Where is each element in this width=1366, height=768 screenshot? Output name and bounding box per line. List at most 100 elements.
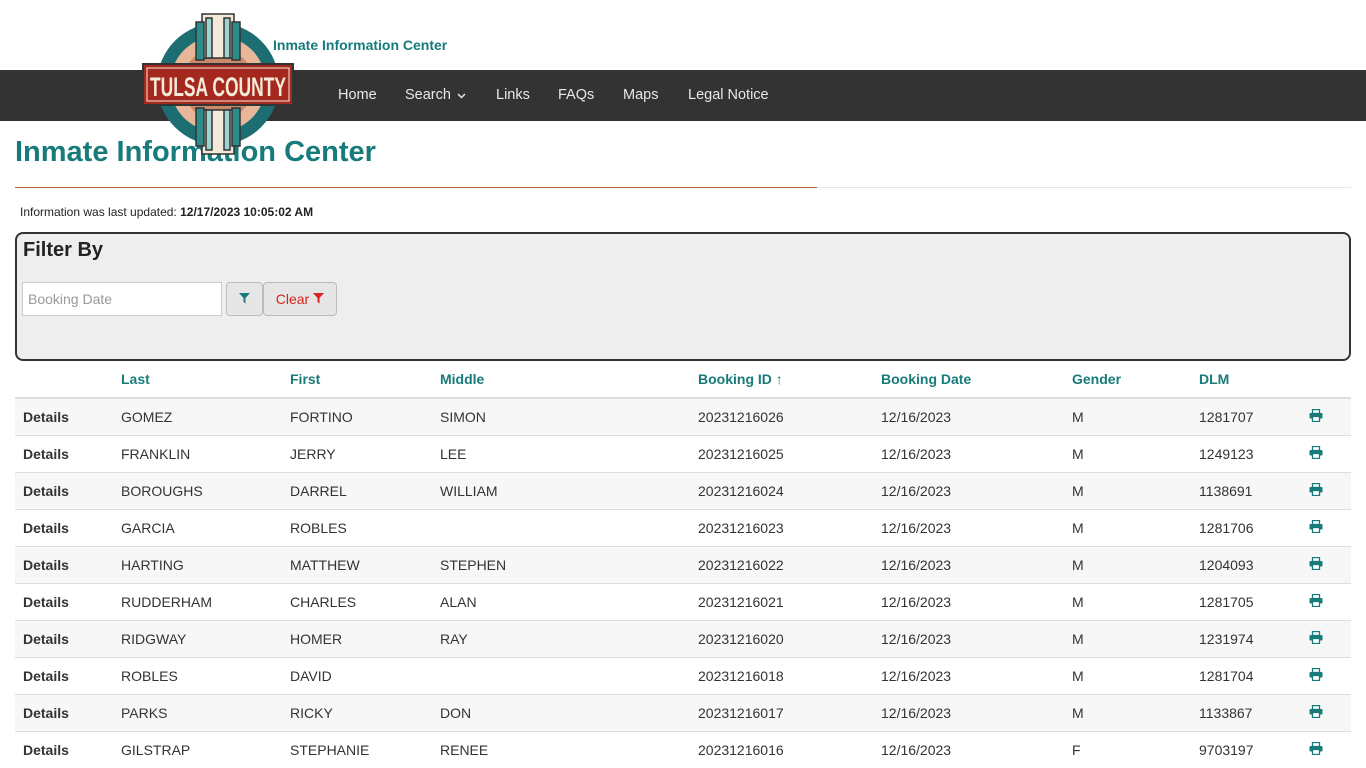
cell-gender: M [1064, 545, 1191, 583]
cell-booking-date: 12/16/2023 [873, 545, 1064, 583]
title-divider-light [817, 187, 1351, 188]
cell-middle: SIMON [432, 397, 690, 435]
cell-booking-date: 12/16/2023 [873, 730, 1064, 768]
details-link[interactable]: Details [15, 656, 113, 694]
cell-first: ROBLES [282, 508, 432, 546]
cell-booking-id: 20231216024 [690, 471, 873, 509]
print-icon[interactable] [1309, 741, 1323, 755]
cell-last: RIDGWAY [113, 619, 282, 657]
col-dlm[interactable]: DLM [1191, 361, 1301, 399]
booking-date-input[interactable] [22, 282, 222, 316]
cell-last: PARKS [113, 693, 282, 731]
site-name-link[interactable]: Inmate Information Center [273, 37, 447, 53]
nav-search[interactable]: Search [405, 87, 466, 103]
nav-links[interactable]: Links [496, 87, 530, 103]
nav-home[interactable]: Home [338, 87, 377, 103]
details-link[interactable]: Details [15, 434, 113, 472]
nav-faqs[interactable]: FAQs [558, 87, 594, 103]
details-link[interactable]: Details [15, 471, 113, 509]
col-gender[interactable]: Gender [1064, 361, 1191, 399]
cell-middle [432, 508, 690, 546]
details-link[interactable]: Details [15, 397, 113, 435]
cell-last: FRANKLIN [113, 434, 282, 472]
cell-booking-id: 20231216020 [690, 619, 873, 657]
cell-booking-date: 12/16/2023 [873, 508, 1064, 546]
nav-search-label: Search [405, 87, 451, 103]
cell-dlm: 1281707 [1191, 397, 1301, 435]
cell-dlm: 1231974 [1191, 619, 1301, 657]
col-last[interactable]: Last [113, 361, 282, 399]
cell-booking-id: 20231216023 [690, 508, 873, 546]
cell-first: DAVID [282, 656, 432, 694]
print-icon[interactable] [1309, 482, 1323, 496]
cell-gender: M [1064, 508, 1191, 546]
filter-title: Filter By [23, 239, 104, 261]
cell-gender: F [1064, 730, 1191, 768]
cell-booking-id: 20231216021 [690, 582, 873, 620]
cell-last: RUDDERHAM [113, 582, 282, 620]
print-icon[interactable] [1309, 593, 1323, 607]
table-row: Details RUDDERHAM CHARLES ALAN 20231216021 12… [15, 582, 1351, 620]
nav-maps[interactable]: Maps [623, 87, 658, 103]
cell-middle: RENEE [432, 730, 690, 768]
print-cell [1301, 434, 1351, 472]
cell-dlm: 1281705 [1191, 582, 1301, 620]
print-cell [1301, 508, 1351, 546]
print-icon[interactable] [1309, 519, 1323, 533]
tulsa-county-logo[interactable]: TULSA COUNTY [142, 8, 294, 160]
apply-filter-button[interactable] [226, 282, 263, 316]
cell-last: GARCIA [113, 508, 282, 546]
details-link[interactable]: Details [15, 730, 113, 768]
table-row: Details RIDGWAY HOMER RAY 20231216020 12/16/2… [15, 619, 1351, 657]
cell-booking-date: 12/16/2023 [873, 693, 1064, 731]
details-link[interactable]: Details [15, 693, 113, 731]
last-updated-value: 12/17/2023 10:05:02 AM [180, 205, 314, 219]
funnel-icon [239, 291, 250, 307]
cell-gender: M [1064, 397, 1191, 435]
print-icon[interactable] [1309, 630, 1323, 644]
print-icon[interactable] [1309, 667, 1323, 681]
print-icon[interactable] [1309, 704, 1323, 718]
col-booking-id[interactable]: Booking ID ↑ [690, 361, 873, 399]
col-booking-date[interactable]: Booking Date [873, 361, 1064, 399]
print-icon[interactable] [1309, 408, 1323, 422]
table-row: Details GOMEZ FORTINO SIMON 20231216026 12/16… [15, 397, 1351, 435]
cell-last: ROBLES [113, 656, 282, 694]
table-row: Details GARCIA ROBLES 20231216023 12/16/2023… [15, 508, 1351, 546]
cell-booking-date: 12/16/2023 [873, 471, 1064, 509]
table-row: Details FRANKLIN JERRY LEE 20231216025 12/16/… [15, 434, 1351, 472]
cell-dlm: 1133867 [1191, 693, 1301, 731]
cell-middle: LEE [432, 434, 690, 472]
print-cell [1301, 471, 1351, 509]
cell-booking-id: 20231216016 [690, 730, 873, 768]
details-link[interactable]: Details [15, 619, 113, 657]
nav-legal-notice[interactable]: Legal Notice [688, 87, 769, 103]
cell-dlm: 1281704 [1191, 656, 1301, 694]
cell-gender: M [1064, 434, 1191, 472]
cell-last: GOMEZ [113, 397, 282, 435]
chevron-down-icon [457, 87, 466, 103]
title-divider [15, 187, 817, 188]
details-link[interactable]: Details [15, 508, 113, 546]
table-row: Details HARTING MATTHEW STEPHEN 20231216022 1… [15, 545, 1351, 583]
col-first[interactable]: First [282, 361, 432, 399]
col-middle[interactable]: Middle [432, 361, 690, 399]
cell-last: HARTING [113, 545, 282, 583]
cell-booking-id: 20231216018 [690, 656, 873, 694]
cell-first: FORTINO [282, 397, 432, 435]
cell-last: GILSTRAP [113, 730, 282, 768]
table-row: Details GILSTRAP STEPHANIE RENEE 20231216016… [15, 730, 1351, 768]
print-cell [1301, 619, 1351, 657]
inmate-table: Last First Middle Booking ID ↑ Booking D… [15, 361, 1351, 768]
cell-booking-date: 12/16/2023 [873, 656, 1064, 694]
table-row: Details ROBLES DAVID 20231216018 12/16/2023 M… [15, 656, 1351, 694]
print-cell [1301, 397, 1351, 435]
cell-first: JERRY [282, 434, 432, 472]
details-link[interactable]: Details [15, 582, 113, 620]
print-icon[interactable] [1309, 556, 1323, 570]
cell-booking-date: 12/16/2023 [873, 434, 1064, 472]
clear-filter-button[interactable]: Clear [263, 282, 337, 316]
print-icon[interactable] [1309, 445, 1323, 459]
cell-middle [432, 656, 690, 694]
details-link[interactable]: Details [15, 545, 113, 583]
